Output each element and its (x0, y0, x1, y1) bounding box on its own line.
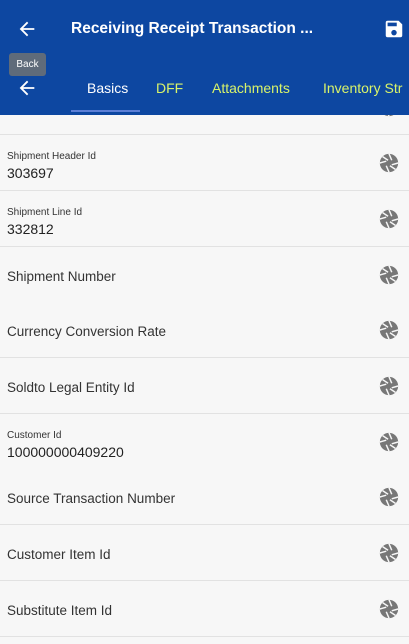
aperture-icon[interactable] (378, 208, 400, 230)
arrow-left-icon (19, 80, 35, 96)
field-label: Customer Item Id (7, 547, 111, 562)
field-label: Shipment Number (7, 269, 116, 284)
field-label: Shipment Line Id (7, 207, 83, 218)
field-row[interactable]: Customer Id 100000000409220 (0, 414, 409, 470)
field-value: 100000000409220 (7, 444, 124, 460)
tab-back-button[interactable] (12, 74, 42, 102)
field-row[interactable]: Shipment Number (0, 247, 409, 303)
field-value: 332812 (7, 221, 54, 237)
field-label: Soldto Legal Entity Id (7, 380, 135, 395)
field-row[interactable]: Soldto Legal Entity Id (0, 358, 409, 414)
field-label: Substitute Item Id (7, 603, 113, 618)
field-row[interactable]: Source Transaction Number (0, 469, 409, 525)
field-label: Shipment Header Id (7, 151, 96, 162)
field-row[interactable]: Customer Item Id (0, 525, 409, 581)
arrow-left-icon (19, 21, 35, 37)
save-icon (385, 20, 403, 38)
aperture-icon[interactable] (378, 375, 400, 397)
field-row[interactable]: Shipment Line Id 332812 (0, 191, 409, 247)
tab-attachments[interactable]: Attachments (212, 80, 290, 96)
aperture-icon[interactable] (378, 542, 400, 564)
back-button[interactable] (12, 14, 42, 44)
page-title: Receiving Receipt Transaction ... (71, 20, 314, 37)
tab-inventory-str[interactable]: Inventory Str (323, 80, 402, 96)
active-tab-indicator (71, 110, 140, 112)
aperture-icon[interactable] (378, 431, 400, 453)
back-tooltip: Back (9, 53, 46, 76)
field-row-partial (0, 115, 409, 135)
field-row[interactable]: Shipment Header Id 303697 (0, 135, 409, 191)
top-app-bar: Receiving Receipt Transaction ... (0, 0, 409, 60)
tab-dff[interactable]: DFF (156, 80, 183, 96)
field-list: Shipment Header Id 303697 Shipment Line … (0, 115, 409, 644)
field-value: 303697 (7, 165, 54, 181)
aperture-icon[interactable] (378, 598, 400, 620)
field-label: Currency Conversion Rate (7, 324, 167, 339)
save-button[interactable] (379, 14, 409, 44)
field-label: Source Transaction Number (7, 491, 176, 506)
field-label: Customer Id (7, 430, 62, 441)
aperture-icon[interactable] (378, 319, 400, 341)
aperture-icon[interactable] (378, 152, 400, 174)
aperture-icon[interactable] (378, 115, 400, 118)
field-row[interactable]: Substitute Item Id (0, 581, 409, 637)
aperture-icon[interactable] (378, 486, 400, 508)
aperture-icon[interactable] (378, 264, 400, 286)
tab-bar: Basics DFF Attachments Inventory Str (0, 60, 409, 115)
tab-basics[interactable]: Basics (87, 80, 128, 96)
field-row[interactable]: Currency Conversion Rate (0, 302, 409, 358)
